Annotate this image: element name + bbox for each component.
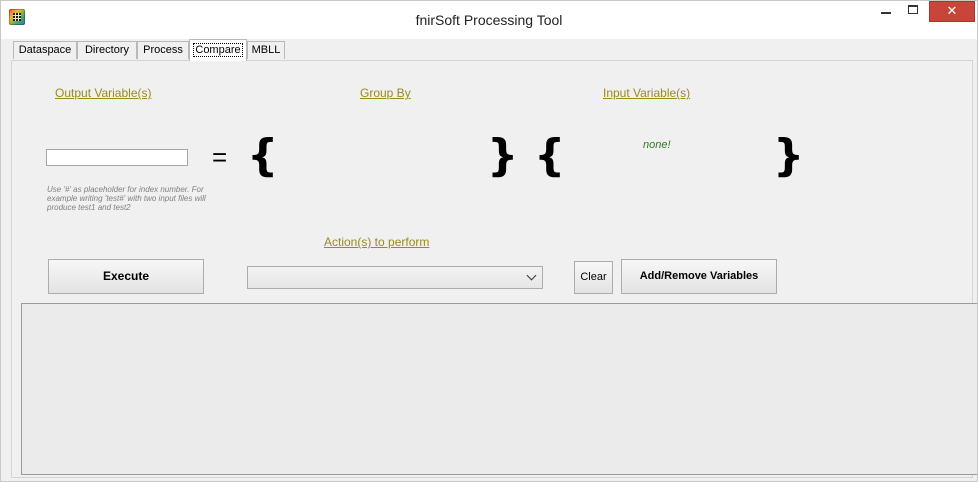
group-open-brace: { bbox=[247, 130, 279, 181]
app-window: fnirSoft Processing Tool ✕ Dataspace Dir… bbox=[0, 0, 978, 482]
tab-dataspace[interactable]: Dataspace bbox=[13, 41, 77, 59]
input-close-brace: } bbox=[773, 130, 805, 181]
output-log-area[interactable] bbox=[21, 303, 977, 475]
tab-compare[interactable]: Compare bbox=[189, 39, 247, 61]
chevron-down-icon[interactable] bbox=[526, 270, 537, 281]
minimize-icon[interactable] bbox=[873, 1, 900, 21]
tab-label: Dataspace bbox=[18, 44, 72, 56]
maximize-icon[interactable] bbox=[900, 1, 927, 21]
execute-button[interactable]: Execute bbox=[48, 259, 204, 294]
action-dropdown[interactable] bbox=[247, 266, 543, 289]
output-variable-input[interactable] bbox=[46, 149, 188, 166]
add-remove-variables-button[interactable]: Add/Remove Variables bbox=[621, 259, 777, 294]
input-none-label: none! bbox=[643, 139, 671, 151]
input-variables-heading[interactable]: Input Variable(s) bbox=[603, 86, 690, 100]
close-icon[interactable]: ✕ bbox=[929, 1, 975, 22]
input-open-brace: { bbox=[534, 130, 566, 181]
tab-label: Directory bbox=[84, 44, 129, 56]
tab-label: Process bbox=[143, 44, 183, 56]
output-variables-heading[interactable]: Output Variable(s) bbox=[55, 86, 152, 100]
tab-mbll[interactable]: MBLL bbox=[247, 41, 285, 59]
window-title: fnirSoft Processing Tool bbox=[415, 12, 563, 28]
group-by-heading[interactable]: Group By bbox=[360, 86, 411, 100]
title-bar[interactable]: fnirSoft Processing Tool ✕ bbox=[1, 1, 977, 39]
tab-process[interactable]: Process bbox=[137, 41, 189, 59]
tab-label: MBLL bbox=[251, 44, 281, 56]
tab-label: Compare bbox=[193, 43, 243, 57]
group-close-brace: } bbox=[487, 130, 519, 181]
placeholder-hint: Use '#' as placeholder for index number.… bbox=[47, 185, 206, 212]
actions-heading[interactable]: Action(s) to perform bbox=[324, 235, 429, 249]
clear-button[interactable]: Clear bbox=[574, 261, 613, 294]
equals-sign: = bbox=[212, 142, 228, 172]
tab-directory[interactable]: Directory bbox=[77, 41, 137, 59]
